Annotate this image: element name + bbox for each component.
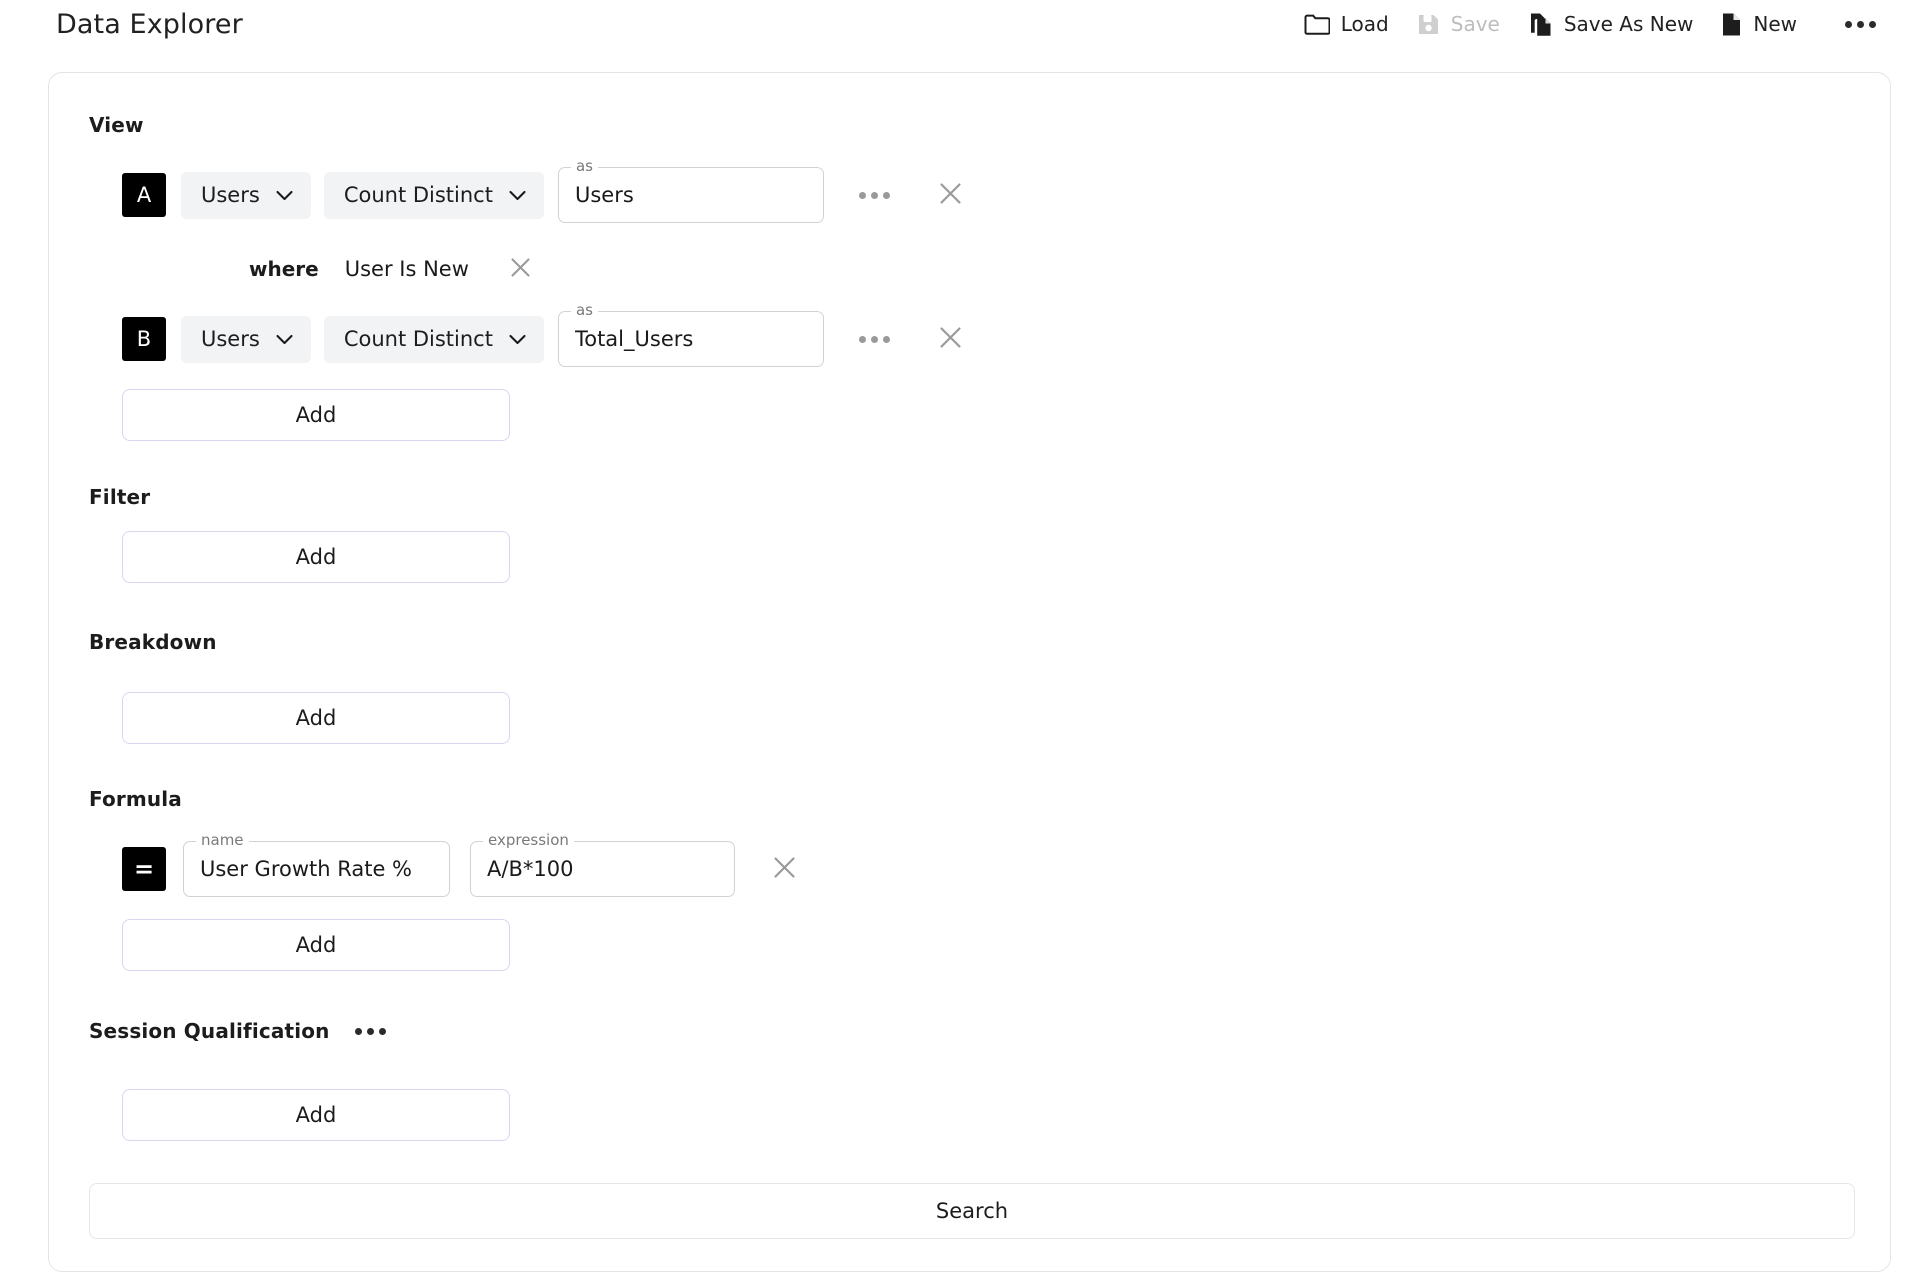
view-row-b-badge[interactable]: B	[122, 317, 166, 361]
floppy-disk-icon	[1417, 13, 1440, 36]
view-row-a-remove-button[interactable]	[930, 175, 972, 215]
close-icon	[772, 855, 797, 883]
new-label: New	[1753, 12, 1797, 36]
breakdown-add-button[interactable]: Add	[122, 692, 510, 744]
ellipsis-icon	[367, 1027, 375, 1035]
close-icon	[509, 256, 532, 282]
view-row-a-options-button[interactable]	[852, 175, 898, 215]
ellipsis-icon	[1869, 20, 1876, 28]
where-keyword: where	[249, 257, 319, 281]
section-label-filter: Filter	[89, 485, 151, 509]
formula-row: = name expression	[89, 833, 1852, 897]
formula-expression-legend: expression	[483, 833, 574, 848]
app-toolbar: Data Explorer Load Save Save As New New	[0, 0, 1928, 48]
formula-row-remove-button[interactable]	[763, 849, 805, 889]
view-row-b-source-value: Users	[201, 327, 260, 351]
close-icon	[938, 181, 963, 209]
ellipsis-icon	[859, 191, 867, 199]
search-button[interactable]: Search	[89, 1183, 1855, 1239]
view-row-a-source-select[interactable]: Users	[181, 171, 311, 219]
where-remove-button[interactable]	[500, 249, 542, 289]
close-icon	[938, 325, 963, 353]
new-button[interactable]: New	[1707, 6, 1811, 43]
view-row-a-badge[interactable]: A	[122, 173, 166, 217]
view-row-b-alias-field[interactable]: as	[557, 303, 824, 367]
section-label-formula: Formula	[89, 787, 182, 811]
session-qualification-label: Session Qualification	[89, 1019, 330, 1043]
view-row-b-remove-button[interactable]	[930, 319, 972, 359]
formula-expression-input[interactable]	[487, 857, 718, 881]
document-icon	[1721, 12, 1742, 37]
view-row-a-aggregation-select[interactable]: Count Distinct	[323, 171, 544, 219]
more-options-button[interactable]	[1811, 11, 1898, 38]
view-row-a-alias-legend: as	[570, 159, 598, 174]
view-row-a-alias-input[interactable]	[574, 183, 807, 207]
view-row-b-alias-legend: as	[570, 303, 598, 318]
query-builder-card: View A Users Count Distinct as Users whe…	[48, 72, 1891, 1272]
formula-expression-field[interactable]: expression	[470, 833, 735, 897]
view-row-b-source-select[interactable]: Users	[181, 315, 311, 363]
ellipsis-icon	[859, 335, 867, 343]
view-row-b: B Users Count Distinct as	[89, 303, 1852, 367]
formula-name-legend: name	[196, 833, 249, 848]
view-row-b-options-button[interactable]	[852, 319, 898, 359]
ellipsis-icon	[883, 335, 891, 343]
where-value[interactable]: User Is New	[345, 257, 469, 281]
view-row-a-where: where User Is New	[89, 249, 1852, 289]
view-add-button[interactable]: Add	[122, 389, 510, 441]
view-row-b-aggregation-value: Count Distinct	[343, 327, 493, 351]
filter-add-button[interactable]: Add	[122, 531, 510, 583]
folder-icon	[1304, 13, 1330, 35]
ellipsis-icon	[871, 191, 879, 199]
formula-name-input[interactable]	[200, 857, 433, 881]
load-label: Load	[1340, 12, 1389, 36]
formula-add-button[interactable]: Add	[122, 919, 510, 971]
ellipsis-icon	[871, 335, 879, 343]
ellipsis-icon	[883, 191, 891, 199]
save-button[interactable]: Save	[1403, 6, 1514, 42]
session-qualification-add-button[interactable]: Add	[122, 1089, 510, 1141]
view-row-a-aggregation-value: Count Distinct	[343, 183, 493, 207]
ellipsis-icon	[379, 1027, 387, 1035]
ellipsis-icon	[355, 1027, 363, 1035]
chevron-down-icon	[276, 190, 293, 201]
section-label-view: View	[89, 113, 144, 137]
view-row-b-aggregation-select[interactable]: Count Distinct	[323, 315, 544, 363]
section-label-breakdown: Breakdown	[89, 630, 217, 654]
ellipsis-icon	[1845, 20, 1852, 28]
copy-document-icon	[1528, 12, 1553, 37]
query-builder-body: View A Users Count Distinct as Users whe…	[49, 113, 1890, 1141]
page-title: Data Explorer	[56, 8, 243, 40]
load-button[interactable]: Load	[1290, 6, 1403, 42]
save-label: Save	[1450, 12, 1500, 36]
session-qualification-options-button[interactable]	[355, 1027, 387, 1035]
chevron-down-icon	[276, 334, 293, 345]
formula-name-field[interactable]: name	[183, 833, 450, 897]
chevron-down-icon	[509, 190, 526, 201]
ellipsis-icon	[1857, 20, 1864, 28]
view-row-b-alias-input[interactable]	[574, 327, 807, 351]
section-label-session-qualification: Session Qualification	[89, 1019, 1852, 1043]
save-as-new-button[interactable]: Save As New	[1514, 6, 1708, 43]
view-row-a: A Users Count Distinct as	[89, 159, 1852, 223]
save-as-new-label: Save As New	[1563, 12, 1694, 36]
toolbar-actions: Load Save Save As New New	[1290, 6, 1898, 43]
formula-row-badge[interactable]: =	[122, 847, 166, 891]
view-row-a-alias-field[interactable]: as	[557, 159, 824, 223]
view-row-a-source-value: Users	[201, 183, 260, 207]
chevron-down-icon	[509, 334, 526, 345]
